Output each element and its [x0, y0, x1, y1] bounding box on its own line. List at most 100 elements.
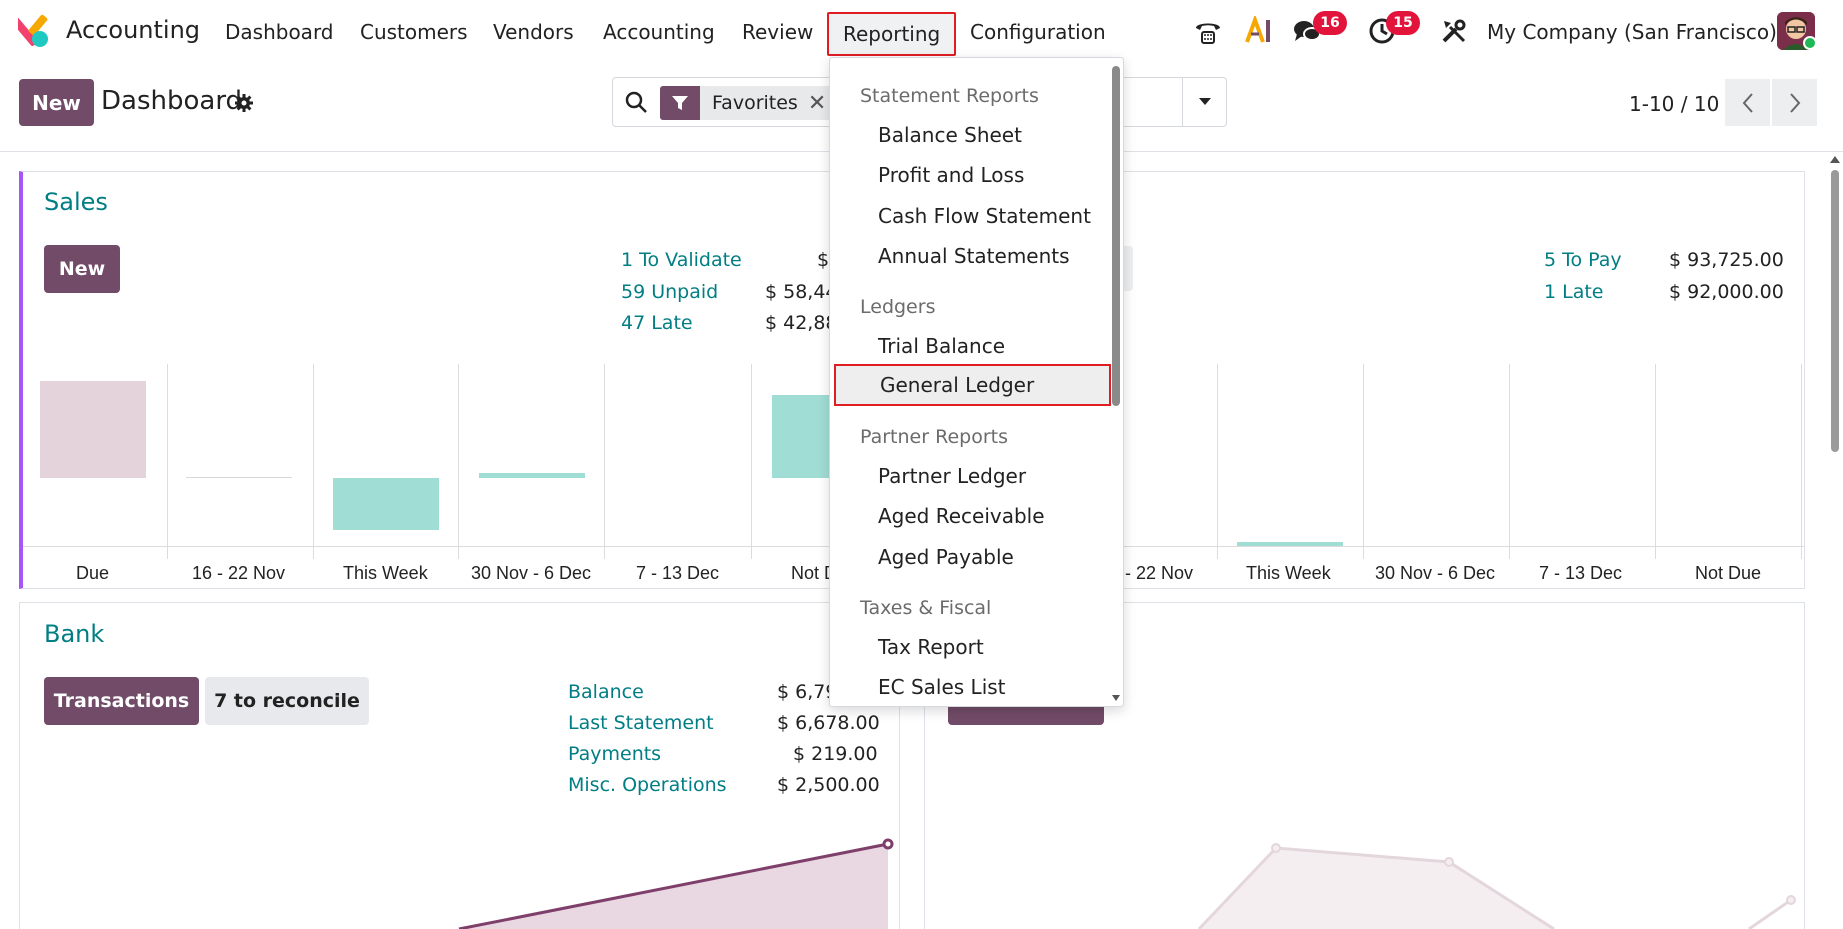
pager-value[interactable]: 1-10 / 10	[1629, 92, 1719, 116]
menu-configuration[interactable]: Configuration	[970, 20, 1106, 44]
sales-chart-bar-nov[interactable]	[186, 477, 292, 478]
sales-chart-bar-dec[interactable]	[479, 473, 585, 478]
purchases-chart-bar-this-week[interactable]	[1237, 542, 1343, 546]
search-facet-favorites[interactable]: Favorites ✕	[660, 86, 833, 120]
journal-chart-point[interactable]	[1786, 895, 1796, 905]
journal-line-chart	[1197, 843, 1796, 929]
sales-chart-gridline	[167, 364, 168, 559]
dropdown-section-header: Ledgers	[860, 296, 936, 318]
facet-label: Favorites	[712, 92, 798, 114]
bank-last-statement-amount: $ 6,678.00	[777, 712, 880, 734]
page-title: Dashboard	[101, 86, 243, 116]
purchases-late-amount: $ 92,000.00	[1669, 281, 1784, 303]
menu-vendors[interactable]: Vendors	[493, 20, 574, 44]
purchases-chart-label: 7 - 13 Dec	[1539, 563, 1623, 583]
purchases-chart-label: Not Due	[1695, 563, 1762, 583]
gear-icon[interactable]	[234, 93, 254, 117]
dropdown-item-annual-statements[interactable]: Annual Statements	[878, 244, 1070, 268]
bank-payments-link[interactable]: Payments	[568, 743, 661, 765]
bank-chart-point[interactable]	[882, 838, 894, 850]
purchases-chart-label: - 22 Nov	[1125, 563, 1194, 583]
sales-new-button[interactable]: New	[44, 245, 120, 293]
pager-previous-button[interactable]	[1725, 79, 1770, 126]
sales-chart-label: 7 - 13 Dec	[636, 563, 720, 583]
dropdown-item-balance-sheet[interactable]: Balance Sheet	[878, 123, 1022, 147]
phone-icon[interactable]	[1193, 16, 1223, 46]
tools-icon[interactable]	[1439, 16, 1469, 46]
bank-reconcile-button[interactable]: 7 to reconcile	[205, 677, 369, 725]
bank-misc-operations-link[interactable]: Misc. Operations	[568, 774, 727, 796]
bank-card-title[interactable]: Bank	[44, 620, 104, 648]
sales-chart-bar-not-due[interactable]	[772, 395, 832, 478]
bank-balance-line-chart	[458, 838, 894, 929]
bank-last-statement-link[interactable]: Last Statement	[568, 712, 714, 734]
dropdown-item-ec-sales-list[interactable]: EC Sales List	[878, 675, 1006, 699]
purchases-chart-label: 30 Nov - 6 Dec	[1375, 563, 1496, 583]
app-logo-icon[interactable]	[18, 14, 50, 48]
purchases-chart-baseline	[1124, 546, 1804, 547]
dropdown-item-general-ledger[interactable]: General Ledger	[834, 364, 1111, 406]
search-icon[interactable]	[624, 90, 648, 118]
chevron-right-icon	[1789, 92, 1800, 113]
sales-unpaid-link[interactable]: 59 Unpaid	[621, 281, 718, 303]
purchases-late-link[interactable]: 1 Late	[1544, 281, 1604, 303]
sales-late-amount: $ 42,88	[765, 312, 838, 334]
dropdown-item-tax-report[interactable]: Tax Report	[878, 635, 984, 659]
ai-icon[interactable]	[1244, 16, 1274, 46]
sales-chart-gridline	[458, 364, 459, 559]
caret-down-icon	[1199, 98, 1211, 105]
dropdown-item-trial-balance[interactable]: Trial Balance	[878, 334, 1005, 358]
dropdown-item-partner-ledger[interactable]: Partner Ledger	[878, 464, 1026, 488]
new-button[interactable]: New	[19, 79, 94, 126]
menu-customers[interactable]: Customers	[360, 20, 468, 44]
sales-chart-bar-this-week[interactable]	[333, 478, 439, 530]
purchases-to-pay-link[interactable]: 5 To Pay	[1544, 249, 1622, 271]
filter-icon	[660, 86, 700, 120]
sales-late-link[interactable]: 47 Late	[621, 312, 693, 334]
bank-payments-amount: $ 219.00	[793, 743, 878, 765]
purchases-chart-gridline	[1801, 364, 1802, 559]
sales-to-validate-amount: $	[817, 249, 830, 271]
sales-to-validate-link[interactable]: 1 To Validate	[621, 249, 742, 271]
scroll-up-icon[interactable]	[1829, 154, 1841, 164]
journal-chart-point[interactable]	[1271, 843, 1281, 853]
dropdown-section-header: Statement Reports	[860, 85, 1039, 107]
sales-chart-label: 16 - 22 Nov	[192, 563, 286, 583]
purchases-chart-gridline	[1363, 364, 1364, 559]
sales-chart-bar-due[interactable]	[40, 381, 146, 478]
company-switcher[interactable]: My Company (San Francisco)	[1487, 20, 1777, 44]
bank-transactions-button[interactable]: Transactions	[44, 677, 199, 725]
sales-chart-gridline	[751, 364, 752, 559]
chevron-left-icon	[1742, 92, 1753, 113]
sales-chart-baseline	[23, 546, 833, 547]
sales-chart-label: Due	[76, 563, 110, 583]
search-options-toggle[interactable]	[1182, 77, 1227, 127]
dropdown-scroll-down-icon[interactable]	[1111, 694, 1121, 702]
purchases-chart-gridline	[1655, 364, 1656, 559]
menu-accounting[interactable]: Accounting	[603, 20, 715, 44]
menu-reporting[interactable]: Reporting	[827, 12, 957, 56]
menu-review[interactable]: Review	[742, 20, 813, 44]
dropdown-scrollbar[interactable]	[1112, 66, 1120, 406]
purchases-chart-gridline	[1217, 364, 1218, 559]
dropdown-section-header: Taxes & Fiscal	[860, 597, 992, 619]
purchases-chart-gridline	[1509, 364, 1510, 559]
journal-chart-point[interactable]	[1444, 857, 1454, 867]
reporting-dropdown-menu: Statement Reports Balance Sheet Profit a…	[829, 57, 1124, 707]
menu-dashboard[interactable]: Dashboard	[225, 20, 334, 44]
dropdown-item-aged-receivable[interactable]: Aged Receivable	[878, 504, 1045, 528]
pager-next-button[interactable]	[1772, 79, 1817, 126]
online-status-dot	[1803, 36, 1817, 50]
activities-count-badge: 15	[1386, 11, 1420, 35]
app-name[interactable]: Accounting	[66, 16, 200, 44]
bank-balance-link[interactable]: Balance	[568, 681, 644, 703]
dropdown-item-profit-and-loss[interactable]: Profit and Loss	[878, 163, 1024, 187]
sales-card-title[interactable]: Sales	[44, 188, 108, 216]
dropdown-item-aged-payable[interactable]: Aged Payable	[878, 545, 1014, 569]
sales-chart-gridline	[313, 364, 314, 559]
top-navbar: Accounting Dashboard Customers Vendors A…	[0, 0, 1843, 62]
dropdown-item-cash-flow-statement[interactable]: Cash Flow Statement	[878, 204, 1091, 228]
sales-chart-label: 30 Nov - 6 Dec	[471, 563, 592, 583]
sales-chart-label: This Week	[343, 563, 428, 583]
page-scrollbar[interactable]	[1831, 170, 1839, 452]
